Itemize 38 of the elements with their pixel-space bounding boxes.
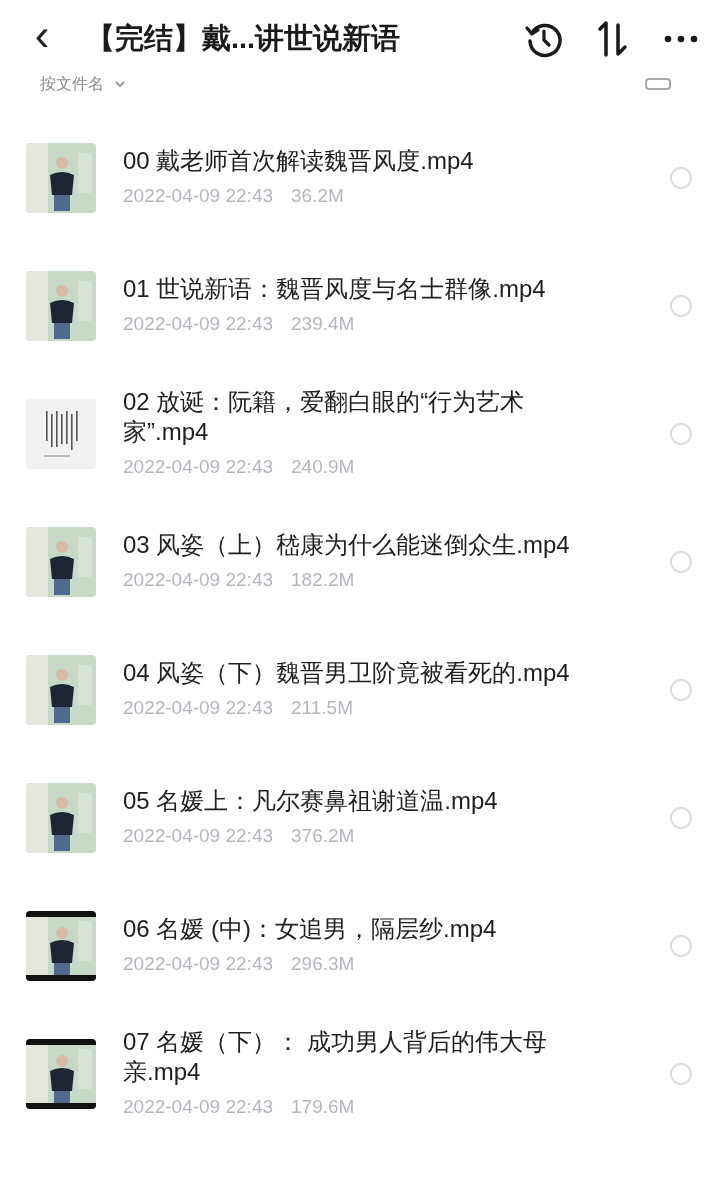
file-size: 240.9M xyxy=(291,454,355,479)
sort-label[interactable]: 按文件名 xyxy=(40,76,104,92)
file-size: 182.2M xyxy=(291,567,355,592)
select-radio[interactable] xyxy=(670,1063,692,1085)
folder-title: 【完结】戴...讲世说新语 xyxy=(86,21,401,57)
file-size: 179.6M xyxy=(291,1094,355,1119)
file-date: 2022-04-09 22:43 xyxy=(123,311,273,336)
select-radio[interactable] xyxy=(670,551,692,573)
file-size: 211.5M xyxy=(291,695,353,720)
file-name[interactable]: 02 放诞：阮籍，爱翻白眼的“行为艺术家”.mp4 xyxy=(123,386,603,447)
back-button[interactable]: ‹ xyxy=(22,13,62,57)
file-date: 2022-04-09 22:43 xyxy=(123,183,273,208)
file-name[interactable]: 00 戴老师首次解读魏晋风度.mp4 xyxy=(123,145,603,176)
select-radio[interactable] xyxy=(670,935,692,957)
file-size: 36.2M xyxy=(291,183,344,208)
file-date: 2022-04-09 22:43 xyxy=(123,951,273,976)
file-size: 376.2M xyxy=(291,823,355,848)
file-size: 296.3M xyxy=(291,951,355,976)
file-name[interactable]: 04 风姿（下）魏晋男卫阶竟被看死的.mp4 xyxy=(123,657,603,688)
file-date: 2022-04-09 22:43 xyxy=(123,1094,273,1119)
file-date: 2022-04-09 22:43 xyxy=(123,567,273,592)
view-toggle-icon[interactable] xyxy=(644,77,672,91)
file-date: 2022-04-09 22:43 xyxy=(123,823,273,848)
select-radio[interactable] xyxy=(670,807,692,829)
caret-icon[interactable] xyxy=(114,80,126,88)
file-size: 239.4M xyxy=(291,311,355,336)
select-radio[interactable] xyxy=(670,295,692,317)
file-name[interactable]: 06 名媛 (中)：女追男，隔层纱.mp4 xyxy=(123,913,603,944)
file-name[interactable]: 07 名媛（下）： 成功男人背后的伟大母亲.mp4 xyxy=(123,1026,603,1087)
file-name[interactable]: 01 世说新语：魏晋风度与名士群像.mp4 xyxy=(123,273,603,304)
select-radio[interactable] xyxy=(670,423,692,445)
file-name[interactable]: 03 风姿（上）嵇康为什么能迷倒众生.mp4 xyxy=(123,529,603,560)
file-date: 2022-04-09 22:43 xyxy=(123,695,273,720)
file-name[interactable]: 05 名媛上：凡尔赛鼻祖谢道温.mp4 xyxy=(123,785,603,816)
select-radio[interactable] xyxy=(670,679,692,701)
select-radio[interactable] xyxy=(670,167,692,189)
file-date: 2022-04-09 22:43 xyxy=(123,454,273,479)
more-icon[interactable] xyxy=(664,35,698,43)
